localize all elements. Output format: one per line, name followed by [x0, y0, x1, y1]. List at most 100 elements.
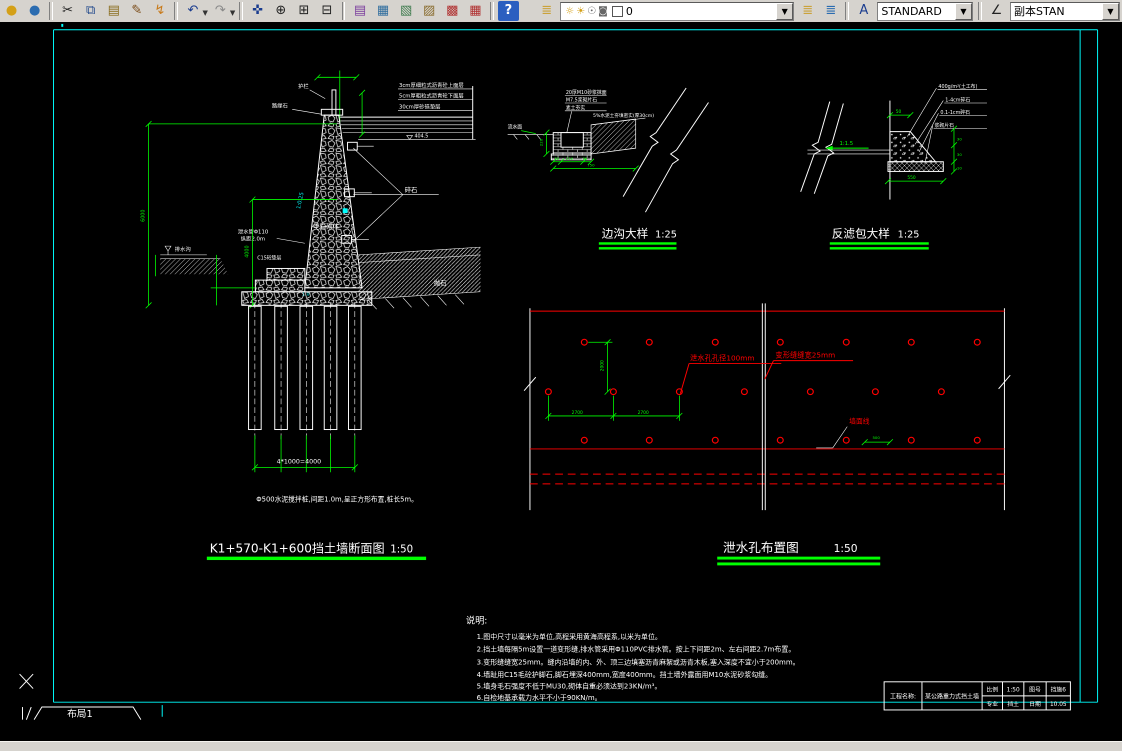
- filter-layer-4: 浆砌片石: [935, 122, 955, 129]
- undo-icon[interactable]: ↶: [182, 1, 203, 21]
- layer-freeze-icon[interactable]: ☀: [576, 6, 585, 17]
- weep-hole: [907, 338, 915, 346]
- wall-face-line-label: 墙面线: [849, 417, 870, 426]
- zoom-realtime-icon[interactable]: ⊕: [270, 1, 291, 21]
- toolbar-separator: [174, 2, 179, 20]
- paste-icon[interactable]: ▤: [103, 1, 124, 21]
- designcenter-icon[interactable]: ▦: [373, 1, 394, 21]
- weep-hole: [806, 388, 814, 396]
- title-block: 工程名称: 某公路重力式挡土墙 比例 1:50 图号 挡施6 专业 挡土 日期 …: [883, 681, 1071, 711]
- layer-on-icon[interactable]: ☼: [565, 6, 574, 17]
- redo-icon[interactable]: ↷: [210, 1, 231, 21]
- drain-spacing-label: 纵距2.0m: [241, 235, 265, 242]
- weep-hole: [937, 388, 945, 396]
- zoom-previous-icon[interactable]: ⊟: [316, 1, 337, 21]
- text-style-combo-arrow-icon[interactable]: ▼: [954, 2, 972, 20]
- layer-previous-icon[interactable]: ≣: [797, 1, 818, 21]
- help-icon[interactable]: ?: [497, 1, 519, 21]
- hole-horizontal-spacing-2: 2700: [638, 410, 649, 416]
- dropdown-arrow-icon[interactable]: ▼: [202, 9, 207, 17]
- scale-label: 比例: [986, 686, 998, 694]
- layer-name-value: 0: [625, 4, 633, 18]
- toolbar-separator: [341, 2, 346, 20]
- flow-surface-label: 流水面: [508, 124, 523, 131]
- scale-value: 1:50: [1007, 688, 1020, 694]
- pan-icon[interactable]: ✜: [247, 1, 268, 21]
- pile-group: [248, 302, 362, 443]
- pile-note: Φ500水泥搅拌桩,间距1.0m,呈正方形布置,桩长5m。: [256, 494, 418, 503]
- drawing-canvas[interactable]: 3cm厚细粒式沥青砼上面层 5cm厚粗粒式沥青砼下面层 30cm厚砂砾垫层 40…: [0, 22, 1122, 741]
- weep-hole: [973, 436, 981, 444]
- web-icon[interactable]: ●: [24, 1, 45, 21]
- publish-icon[interactable]: ●: [1, 1, 22, 21]
- tab-layout1-label[interactable]: 布局1: [67, 708, 93, 720]
- section-title: K1+570-K1+600挡土墙断面图: [210, 541, 385, 556]
- weep-hole: [842, 338, 850, 346]
- filter-layer-2: 1-4cm碎石: [945, 97, 970, 104]
- elevation-label: 404.5: [414, 133, 428, 139]
- expansion-joint-label: 变形缝缝宽25mm: [775, 351, 835, 360]
- weep-hole: [871, 388, 879, 396]
- weep-hole: [711, 338, 719, 346]
- note-line: 6.自检地基承载力水平不小于90KN/m。: [477, 693, 602, 702]
- zoom-window-icon[interactable]: ⊞: [293, 1, 314, 21]
- note-line: 1.图中尺寸以毫米为单位,高程采用黄海高程系,以米为单位。: [477, 632, 662, 641]
- toolbar-separator: [49, 2, 54, 20]
- weep-hole: [711, 436, 719, 444]
- properties-icon[interactable]: ▤: [349, 1, 370, 21]
- section-scale: 1:50: [390, 545, 413, 556]
- markup-icon[interactable]: ▩: [442, 1, 463, 21]
- major-value: 挡土: [1007, 700, 1019, 708]
- dropdown-arrow-icon[interactable]: ▼: [230, 9, 235, 17]
- dim-style-combo[interactable]: 副本STAN ▼: [1009, 1, 1120, 21]
- note-line: 3.变形缝缝宽25mm。缝内沿墙的内、外、顶三边填塞沥青麻絮或沥青木板,塞入深度…: [477, 657, 800, 666]
- weep-hole: [544, 388, 552, 396]
- weep-layout-title: 泄水孔布置图: [723, 540, 799, 555]
- matchprop-icon[interactable]: ✎: [126, 1, 147, 21]
- ditch-detail-scale: 1:25: [655, 229, 677, 240]
- riprap-label: 抛石: [434, 278, 447, 287]
- weep-hole: [580, 338, 588, 346]
- toolbar: ● ● ✂ ⧉ ▤ ✎ ↯ ↶ ▼ ↷ ▼ ✜ ⊕ ⊞ ⊟ ▤ ▦ ▧ ▨ ▩ ▦? ≣ ☼ ☀ ☉ ◙ 0 ▼ ≣ ≣ A STANDARD…: [0, 0, 1122, 23]
- note-line: 5.墙身毛石强度不低于MU30,砌体自重必须达到23KN/m³。: [477, 682, 662, 691]
- dim-style-icon[interactable]: ∠: [986, 1, 1007, 21]
- calculator-icon[interactable]: ▦: [465, 1, 486, 21]
- layer-states-icon[interactable]: ≣: [820, 1, 841, 21]
- text-style-icon[interactable]: A: [853, 1, 874, 21]
- side-ditch-detail: 20厚M10砂浆抹面 M7.5浆砌片石 素土夯实 流水面 5%水泥土夯填密实(厚…: [507, 87, 709, 250]
- filter-detail-title: 反滤包大样: [832, 226, 890, 240]
- svg-text:30: 30: [554, 156, 559, 161]
- layer-combo[interactable]: ☼ ☀ ☉ ◙ 0 ▼: [560, 1, 795, 21]
- ditch-layer-2: M7.5浆砌片石: [566, 97, 597, 104]
- cad-application-window: ● ● ✂ ⧉ ▤ ✎ ↯ ↶ ▼ ↷ ▼ ✜ ⊕ ⊞ ⊟ ▤ ▦ ▧ ▨ ▩ ▦? ≣ ☼ ☀ ☉ ◙ 0 ▼ ≣ ≣ A STANDARD…: [0, 0, 1122, 751]
- layer-lock-icon[interactable]: ☉: [587, 6, 596, 17]
- blockedit-icon[interactable]: ↯: [149, 1, 170, 21]
- cut-icon[interactable]: ✂: [57, 1, 78, 21]
- notes-heading: 说明:: [466, 615, 488, 627]
- weep-hole: [645, 338, 653, 346]
- project-name: 某公路重力式挡土墙: [925, 692, 979, 700]
- hole-vertical-spacing: 2000: [600, 360, 606, 371]
- ditch-detail-title: 边沟大样: [602, 226, 649, 240]
- weep-hole-label: 泄水孔孔径100mm: [690, 354, 754, 363]
- pile-spacing-dim: 4*1000=4000: [277, 458, 321, 465]
- dim-style-combo-value: 副本STAN: [1013, 5, 1065, 18]
- layer-color-chip[interactable]: [611, 5, 623, 17]
- text-style-combo[interactable]: STANDARD ▼: [877, 1, 973, 21]
- note-line: 2.挡土墙每隔5m设置一道变形缝,排水管采用Φ110PVC排水管。按上下间距2m…: [477, 645, 796, 654]
- toolbar-separator: [239, 2, 244, 20]
- front-slope-label: 1:0.25: [296, 192, 305, 210]
- weep-hole: [645, 436, 653, 444]
- pavement-layer-2: 5cm厚粗粒式沥青砼下面层: [399, 92, 464, 100]
- svg-text:50: 50: [896, 109, 902, 115]
- toolpalettes-icon[interactable]: ▧: [396, 1, 417, 21]
- svg-text:10: 10: [957, 165, 962, 170]
- sheetset-icon[interactable]: ▨: [419, 1, 440, 21]
- weep-hole: [776, 436, 784, 444]
- layer-properties-icon[interactable]: ≣: [536, 1, 557, 21]
- toolbar-separator: [977, 2, 982, 20]
- layer-combo-arrow-icon[interactable]: ▼: [776, 2, 794, 20]
- copy-icon[interactable]: ⧉: [80, 1, 101, 21]
- layer-plot-icon[interactable]: ◙: [598, 6, 608, 17]
- dim-style-combo-arrow-icon[interactable]: ▼: [1101, 2, 1119, 20]
